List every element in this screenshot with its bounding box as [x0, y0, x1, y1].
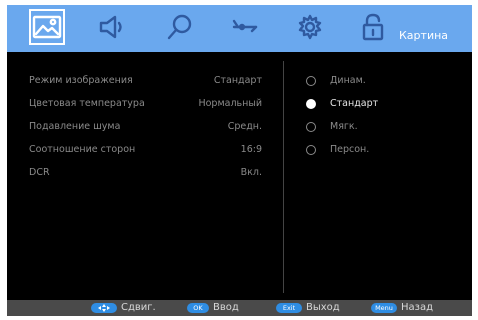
settings-list: Режим изображения Стандарт Цветовая темп… — [7, 52, 282, 300]
setting-label: Подавление шума — [29, 121, 121, 132]
hint-label: Сдвиг. — [121, 302, 156, 313]
setting-picture-mode[interactable]: Режим изображения Стандарт — [29, 73, 262, 89]
tab-sound[interactable] — [95, 9, 131, 45]
option-label: Мягк. — [330, 121, 358, 132]
tab-setup[interactable] — [292, 9, 328, 45]
radio-button[interactable] — [306, 76, 316, 86]
hint-move: Сдвиг. — [91, 300, 171, 316]
picture-icon — [32, 15, 62, 39]
setting-noise-reduction[interactable]: Подавление шума Средн. — [29, 119, 262, 135]
radio-button[interactable] — [306, 99, 316, 109]
setting-label: Соотношение сторон — [29, 144, 136, 155]
setting-value: Средн. — [227, 121, 262, 132]
exit-key-badge: Exit — [276, 303, 302, 313]
tv-menu-screen: Картина Режим изображения Стандарт Цвето… — [7, 5, 472, 316]
menu-key-badge: Menu — [371, 303, 397, 313]
menu-title: Картина — [399, 29, 449, 42]
tab-search[interactable] — [162, 9, 198, 45]
ok-key-badge: OK — [187, 303, 209, 313]
hint-label: Назад — [401, 302, 434, 313]
hint-exit: Exit Выход — [276, 300, 356, 316]
option-label: Стандарт — [330, 98, 379, 109]
option-soft[interactable]: Мягк. — [306, 119, 456, 135]
tab-picture[interactable] — [29, 9, 65, 45]
option-personal[interactable]: Персон. — [306, 142, 456, 158]
menu-tab-bar: Картина — [7, 5, 472, 52]
tab-channel[interactable] — [227, 9, 263, 45]
lock-icon — [362, 13, 384, 41]
setting-value: 16:9 — [240, 144, 262, 155]
hint-label: Выход — [306, 302, 340, 313]
setting-value: Нормальный — [198, 98, 262, 109]
setting-value: Вкл. — [240, 167, 262, 178]
panel-divider — [283, 61, 284, 293]
setting-label: DCR — [29, 167, 50, 178]
radio-button[interactable] — [306, 122, 316, 132]
picture-mode-options: Динам. Стандарт Мягк. Персон. — [292, 52, 462, 300]
setting-value: Стандарт — [213, 75, 262, 86]
hint-enter: OK Ввод — [187, 300, 257, 316]
option-dynamic[interactable]: Динам. — [306, 73, 456, 89]
key-hint-bar: Сдвиг. OK Ввод Exit Выход Menu Назад — [7, 300, 472, 316]
setting-label: Цветовая температура — [29, 98, 145, 109]
radio-button[interactable] — [306, 145, 316, 155]
antenna-icon — [232, 19, 258, 33]
setting-dcr[interactable]: DCR Вкл. — [29, 165, 262, 181]
setting-color-temperature[interactable]: Цветовая температура Нормальный — [29, 96, 262, 112]
speaker-icon — [99, 15, 122, 39]
option-label: Персон. — [330, 144, 370, 155]
option-standard[interactable]: Стандарт — [306, 96, 456, 112]
option-label: Динам. — [330, 75, 366, 86]
tab-lock[interactable] — [355, 9, 391, 45]
setting-label: Режим изображения — [29, 75, 133, 86]
move-arrows-icon — [91, 303, 117, 313]
hint-label: Ввод — [213, 302, 239, 313]
setting-aspect-ratio[interactable]: Соотношение сторон 16:9 — [29, 142, 262, 158]
gear-icon — [298, 14, 322, 40]
hint-back: Menu Назад — [371, 300, 451, 316]
search-icon — [167, 14, 192, 40]
